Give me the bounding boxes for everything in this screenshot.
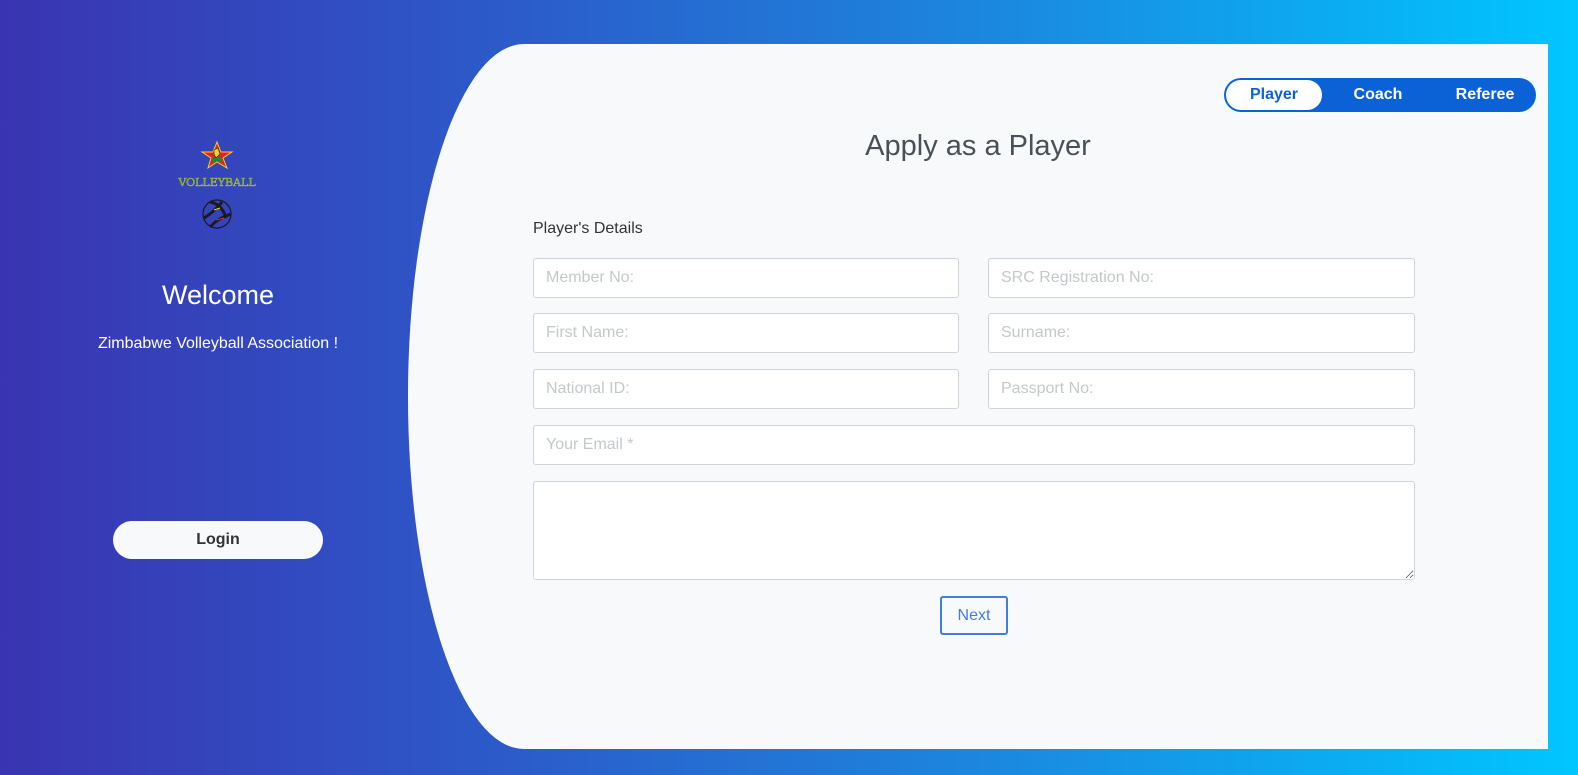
next-button[interactable]: Next <box>940 596 1008 635</box>
login-button[interactable]: Login <box>113 521 323 559</box>
logo-text: VOLLEYBALL <box>177 176 256 189</box>
section-label: Player's Details <box>533 220 643 237</box>
first-name-field[interactable] <box>533 313 959 353</box>
welcome-subtitle: Zimbabwe Volleyball Association ! <box>97 335 339 352</box>
volleyball-icon <box>202 199 232 229</box>
member-no-field[interactable] <box>533 258 959 298</box>
national-id-field[interactable] <box>533 369 959 409</box>
form-title: Apply as a Player <box>865 130 1091 162</box>
passport-no-field[interactable] <box>988 369 1415 409</box>
tab-referee[interactable]: Referee <box>1448 78 1522 112</box>
application-card: Coach Referee Player Apply as a Player P… <box>408 44 1548 749</box>
tab-coach[interactable]: Coach <box>1342 78 1414 112</box>
tab-player[interactable]: Player <box>1225 79 1323 111</box>
volleyball-logo: VOLLEYBALL <box>170 138 270 238</box>
surname-field[interactable] <box>988 313 1415 353</box>
volleyball-logo-graphic: VOLLEYBALL <box>177 140 256 229</box>
role-switch: Coach Referee Player <box>1224 78 1536 112</box>
left-panel: VOLLEYBALL Welcome Zimbabwe Volleyball A… <box>0 0 436 775</box>
email-field[interactable] <box>533 425 1415 465</box>
src-registration-no-field[interactable] <box>988 258 1415 298</box>
welcome-title: Welcome <box>161 280 275 310</box>
message-textarea[interactable] <box>533 481 1415 580</box>
